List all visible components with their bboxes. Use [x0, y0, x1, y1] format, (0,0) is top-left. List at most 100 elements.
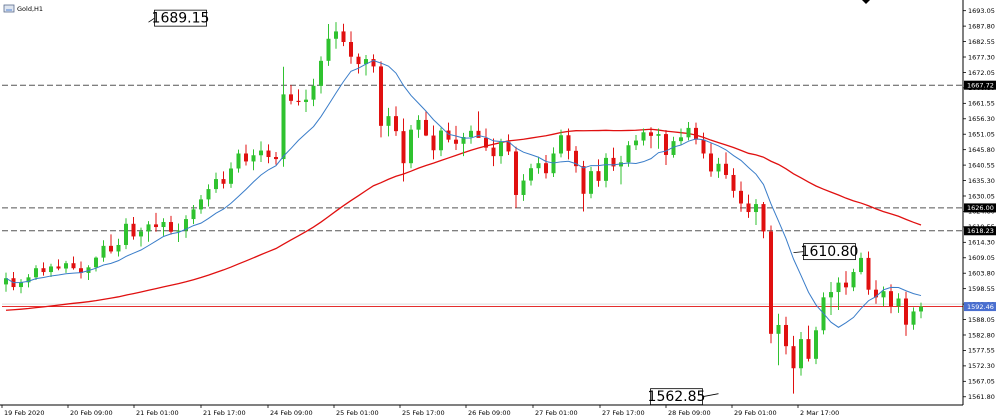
candle-body: [349, 42, 353, 57]
candlestick-chart[interactable]: 1689.15 1610.80 1562.85 1693.05 1687.80 1682…: [0, 0, 1000, 420]
candle-body: [484, 137, 488, 148]
y-tick-label: 1651.05: [968, 131, 995, 139]
candle-body: [686, 127, 691, 138]
x-tick-label: 27 Feb 01:00: [535, 409, 578, 417]
price-callout[interactable]: 1562.85: [648, 388, 719, 406]
candle-body: [334, 31, 338, 39]
price-callout[interactable]: 1610.80: [793, 243, 859, 261]
y-tick-label: 1582.80: [968, 331, 995, 339]
candle-body: [634, 140, 638, 146]
candle-body: [791, 346, 796, 369]
candle-body: [596, 171, 601, 181]
candle-body: [641, 132, 646, 141]
x-tick-label: 20 Feb 09:00: [70, 409, 113, 417]
candle-body: [829, 292, 833, 298]
candle-body: [776, 324, 781, 334]
candle-body: [491, 147, 496, 157]
candle-body: [94, 257, 98, 268]
candle-body: [536, 163, 541, 169]
candle-body: [236, 153, 241, 169]
price-callout[interactable]: 1689.15: [148, 9, 210, 27]
candle-body: [709, 153, 713, 172]
candle-body: [281, 94, 286, 160]
candle-body: [731, 174, 736, 191]
candle-body: [754, 204, 758, 213]
candle-body: [859, 257, 863, 273]
y-tick-label: 1677.30: [968, 53, 995, 61]
price-tag-label: 1592.46: [967, 303, 994, 311]
y-tick-label: 1614.30: [968, 239, 995, 247]
candle-body: [761, 204, 766, 232]
x-tick-label: 19 Feb 2020: [4, 409, 44, 417]
candle-body: [394, 116, 398, 132]
candle-body: [214, 179, 218, 190]
price-tag-label: 1618.23: [967, 227, 994, 235]
candle-body: [814, 330, 818, 359]
chart-title-text: Gold,H1: [17, 5, 43, 13]
candle-body: [304, 99, 308, 103]
grid-layer: [2, 84, 963, 307]
candle-body: [154, 224, 158, 228]
candle-body: [739, 190, 743, 204]
x-tick-label: 24 Feb 09:00: [270, 409, 313, 417]
candle-body: [499, 141, 503, 157]
candle-body: [199, 199, 203, 210]
candle-body: [439, 130, 443, 151]
candle-body: [386, 116, 391, 126]
y-tick-label: 1682.55: [968, 38, 995, 46]
y-tick-label: 1635.30: [968, 177, 995, 185]
candle-body: [911, 311, 916, 325]
candle-body: [206, 189, 211, 200]
y-tick-label: 1640.55: [968, 161, 995, 169]
candle-body: [626, 145, 631, 163]
candle-body: [724, 163, 728, 175]
candle-body: [896, 298, 901, 307]
candle-body: [131, 223, 136, 237]
chart-shift-marker-icon[interactable]: [862, 0, 870, 4]
candle-body: [64, 263, 68, 269]
x-tick-label: 21 Feb 01:00: [136, 409, 179, 417]
x-tick-label: 21 Feb 17:00: [203, 409, 246, 417]
callout-label: 1562.85: [648, 389, 706, 405]
candle-body: [716, 163, 721, 172]
callout-label: 1610.80: [801, 244, 859, 260]
x-tick-label: 28 Feb 09:00: [668, 409, 711, 417]
candle-body: [431, 135, 436, 151]
x-tick-label: 29 Feb 01:00: [734, 409, 777, 417]
candle-body: [221, 179, 226, 184]
ma-slow-layer: [5, 128, 922, 311]
candle-body: [259, 150, 263, 156]
ma-fast-layer: [5, 59, 922, 328]
candle-body: [41, 268, 46, 273]
candle-body: [656, 134, 661, 136]
candle-body: [424, 119, 428, 136]
candle-body: [454, 139, 458, 144]
candle-body: [116, 244, 121, 252]
x-tick-label: 27 Feb 17:00: [602, 409, 645, 417]
x-tick-label: 2 Mar 17:00: [800, 409, 839, 417]
y-tick-label: 1693.05: [968, 7, 995, 15]
chart-window[interactable]: 1689.15 1610.80 1562.85 1693.05 1687.80 1682…: [0, 0, 1000, 420]
candle-body: [139, 231, 143, 237]
candle-body: [319, 60, 323, 86]
y-tick-label: 1661.55: [968, 100, 995, 108]
candle-body: [34, 268, 38, 278]
x-tick-label: 25 Feb 17:00: [402, 409, 445, 417]
candle-body: [806, 339, 811, 359]
candle-body: [56, 266, 61, 269]
candle-body: [904, 298, 908, 325]
price-tag: 1667.72: [964, 80, 996, 90]
price-tag: 1592.46: [964, 302, 996, 312]
candle-body: [851, 272, 856, 288]
y-tick-label: 1630.05: [968, 192, 995, 200]
y-tick-label: 1572.30: [968, 362, 995, 370]
candle-body: [379, 66, 383, 126]
candle-body: [356, 56, 361, 65]
y-tick-label: 1588.05: [968, 316, 995, 324]
candle-body: [566, 135, 571, 151]
candle-body: [401, 131, 406, 164]
axes-layer: 1693.051687.801682.551677.301672.051666.…: [0, 0, 996, 417]
candle-body: [476, 130, 481, 138]
candle-body: [529, 168, 533, 181]
candle-body: [266, 150, 271, 158]
